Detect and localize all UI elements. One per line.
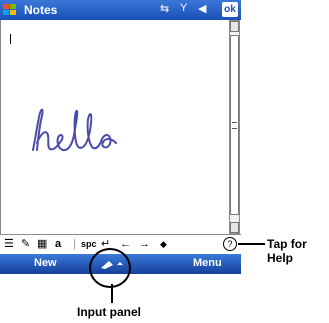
title-bar: Notes ⇆ Y ◀ ok xyxy=(0,0,241,20)
windows-start-icon[interactable] xyxy=(2,2,18,18)
right-arrow-key[interactable]: → xyxy=(139,236,150,252)
pen-mode-icon[interactable]: ✎ xyxy=(21,236,30,252)
connectivity-icon[interactable]: ⇆ xyxy=(160,2,169,15)
help-leader xyxy=(238,243,265,245)
scroll-thumb[interactable] xyxy=(230,35,239,215)
input-panel-callout: Input panel xyxy=(77,305,141,319)
handwritten-ink xyxy=(32,108,117,152)
keyboard-icon[interactable]: ▦ xyxy=(37,236,47,252)
input-panel-highlight xyxy=(89,248,131,288)
text-cursor xyxy=(10,34,11,44)
help-icon[interactable]: ? xyxy=(223,237,237,251)
scroll-up-button[interactable] xyxy=(230,21,239,32)
divider: | xyxy=(73,238,76,250)
list-icon[interactable]: ☰ xyxy=(4,236,14,252)
help-callout: Tap for Help xyxy=(267,237,307,265)
space-key[interactable]: spc xyxy=(81,236,97,252)
window-title: Notes xyxy=(24,3,58,17)
scroll-grip-icon xyxy=(232,122,237,129)
backspace-key[interactable]: ◆ xyxy=(160,236,167,252)
new-button[interactable]: New xyxy=(34,257,57,269)
volume-icon[interactable]: ◀ xyxy=(198,2,206,15)
menu-button[interactable]: Menu xyxy=(193,257,222,269)
input-panel-leader xyxy=(111,284,113,303)
ok-button[interactable]: ok xyxy=(222,2,238,17)
scroll-down-button[interactable] xyxy=(230,222,239,233)
left-arrow-key[interactable]: ← xyxy=(120,236,131,252)
font-icon[interactable]: a xyxy=(55,236,61,252)
signal-icon[interactable]: Y xyxy=(180,2,187,14)
pocket-pc-screen: Notes ⇆ Y ◀ ok ☰ ✎ ▦ a | spc ↵ ← → ◆ ? N… xyxy=(0,0,241,293)
vertical-scrollbar[interactable] xyxy=(229,20,240,234)
